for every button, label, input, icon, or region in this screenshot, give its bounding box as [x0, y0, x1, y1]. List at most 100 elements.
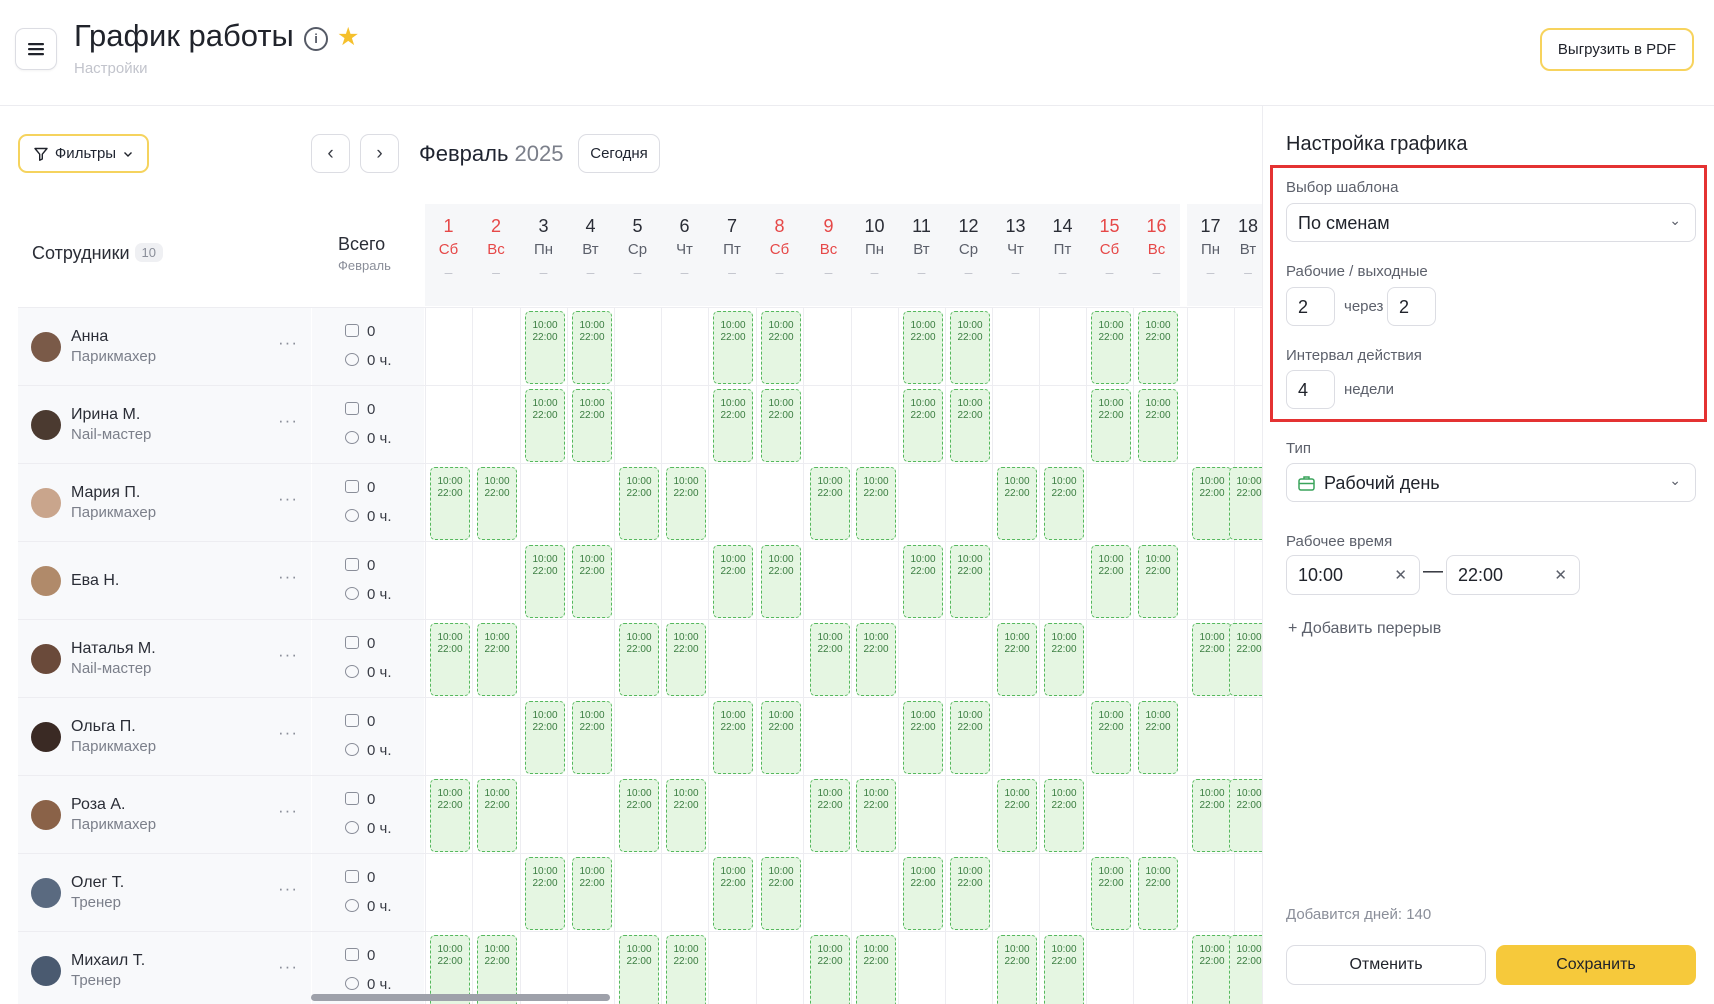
more-options-icon[interactable]: ··· [278, 957, 298, 977]
day-cell[interactable]: 10:00 22:00 [992, 620, 1039, 698]
day-cell[interactable]: 10:00 22:00 [472, 776, 520, 854]
day-cell[interactable]: 10:00 22:00 [1133, 698, 1180, 776]
shift-block[interactable]: 10:00 22:00 [950, 701, 990, 774]
avatar[interactable] [31, 956, 61, 986]
shift-block[interactable]: 10:00 22:00 [1192, 467, 1232, 540]
type-select[interactable]: Рабочий день ⌄ [1286, 463, 1696, 502]
shift-block[interactable]: 10:00 22:00 [761, 545, 801, 618]
day-cell[interactable] [1187, 542, 1234, 620]
shift-block[interactable]: 10:00 22:00 [430, 779, 470, 852]
day-cell[interactable]: 10:00 22:00 [898, 386, 945, 464]
day-cell[interactable] [992, 386, 1039, 464]
more-options-icon[interactable]: ··· [278, 489, 298, 509]
day-cell[interactable] [708, 776, 756, 854]
shift-block[interactable]: 10:00 22:00 [430, 467, 470, 540]
avatar[interactable] [31, 566, 61, 596]
day-cell[interactable]: 10:00 22:00 [898, 542, 945, 620]
day-cell[interactable] [472, 854, 520, 932]
day-cell[interactable] [520, 620, 567, 698]
time-to-input[interactable]: 22:00 ✕ [1446, 555, 1580, 595]
day-cell[interactable] [1039, 308, 1086, 386]
day-cell[interactable]: 10:00 22:00 [1039, 776, 1086, 854]
shift-block[interactable]: 10:00 22:00 [572, 857, 612, 930]
shift-block[interactable]: 10:00 22:00 [1192, 623, 1232, 696]
shift-block[interactable]: 10:00 22:00 [525, 545, 565, 618]
day-cell[interactable] [425, 308, 472, 386]
more-options-icon[interactable]: ··· [278, 411, 298, 431]
day-cell[interactable] [567, 620, 614, 698]
day-cell[interactable] [803, 854, 854, 932]
day-cell[interactable] [614, 308, 661, 386]
shift-block[interactable]: 10:00 22:00 [810, 623, 850, 696]
day-cell[interactable] [1039, 698, 1086, 776]
more-options-icon[interactable]: ··· [278, 879, 298, 899]
day-cell[interactable] [803, 698, 854, 776]
day-cell[interactable] [992, 854, 1039, 932]
avatar[interactable] [31, 800, 61, 830]
day-cell[interactable]: 10:00 22:00 [851, 776, 898, 854]
shift-block[interactable]: 10:00 22:00 [619, 935, 659, 1004]
day-cell[interactable] [1133, 464, 1180, 542]
day-cell[interactable] [992, 542, 1039, 620]
day-cell[interactable]: 10:00 22:00 [1133, 542, 1180, 620]
day-cell[interactable]: 10:00 22:00 [472, 464, 520, 542]
shift-block[interactable]: 10:00 22:00 [1044, 779, 1084, 852]
day-cell[interactable]: 10:00 22:00 [1229, 620, 1269, 698]
day-cell[interactable]: 10:00 22:00 [520, 386, 567, 464]
day-cell[interactable]: 10:00 22:00 [851, 464, 898, 542]
shift-block[interactable]: 10:00 22:00 [525, 701, 565, 774]
shift-block[interactable]: 10:00 22:00 [666, 935, 706, 1004]
day-cell[interactable]: 10:00 22:00 [803, 620, 854, 698]
favorite-star-icon[interactable]: ★ [337, 22, 359, 52]
day-cell[interactable]: 10:00 22:00 [851, 620, 898, 698]
day-cell[interactable]: 10:00 22:00 [614, 620, 661, 698]
shift-block[interactable]: 10:00 22:00 [477, 779, 517, 852]
shift-block[interactable]: 10:00 22:00 [477, 467, 517, 540]
day-cell[interactable]: 10:00 22:00 [520, 698, 567, 776]
day-cell[interactable] [945, 464, 992, 542]
day-cell[interactable]: 10:00 22:00 [898, 308, 945, 386]
day-cell[interactable] [1187, 386, 1234, 464]
day-cell[interactable] [1234, 386, 1262, 464]
shift-block[interactable]: 10:00 22:00 [997, 467, 1037, 540]
shift-block[interactable]: 10:00 22:00 [1091, 311, 1131, 384]
employee-name[interactable]: Наталья М. [71, 640, 156, 658]
shift-block[interactable]: 10:00 22:00 [950, 545, 990, 618]
day-cell[interactable] [661, 542, 708, 620]
shift-block[interactable]: 10:00 22:00 [856, 935, 896, 1004]
day-cell[interactable] [1086, 620, 1133, 698]
day-cell[interactable] [567, 776, 614, 854]
shift-block[interactable]: 10:00 22:00 [810, 779, 850, 852]
shift-block[interactable]: 10:00 22:00 [1138, 701, 1178, 774]
day-cell[interactable]: 10:00 22:00 [661, 776, 708, 854]
shift-block[interactable]: 10:00 22:00 [713, 389, 753, 462]
shift-block[interactable]: 10:00 22:00 [666, 623, 706, 696]
shift-block[interactable]: 10:00 22:00 [713, 701, 753, 774]
day-cell[interactable]: 10:00 22:00 [708, 854, 756, 932]
prev-month-button[interactable]: ‹ [311, 134, 350, 173]
shift-block[interactable]: 10:00 22:00 [1138, 545, 1178, 618]
day-cell[interactable] [756, 620, 803, 698]
day-cell[interactable]: 10:00 22:00 [1229, 932, 1269, 1004]
shift-block[interactable]: 10:00 22:00 [1091, 545, 1131, 618]
shift-block[interactable]: 10:00 22:00 [761, 389, 801, 462]
shift-block[interactable]: 10:00 22:00 [810, 935, 850, 1004]
day-cell[interactable] [803, 542, 854, 620]
day-cell[interactable]: 10:00 22:00 [708, 386, 756, 464]
employee-name[interactable]: Олег Т. [71, 874, 124, 892]
shift-block[interactable]: 10:00 22:00 [761, 701, 801, 774]
shift-block[interactable]: 10:00 22:00 [619, 623, 659, 696]
day-cell[interactable]: 10:00 22:00 [992, 932, 1039, 1004]
more-options-icon[interactable]: ··· [278, 723, 298, 743]
shift-block[interactable]: 10:00 22:00 [997, 779, 1037, 852]
day-cell[interactable] [708, 464, 756, 542]
employee-name[interactable]: Михаил Т. [71, 952, 145, 970]
day-cell[interactable] [898, 620, 945, 698]
day-cell[interactable]: 10:00 22:00 [1086, 854, 1133, 932]
today-button[interactable]: Сегодня [578, 134, 660, 173]
avatar[interactable] [31, 722, 61, 752]
shift-block[interactable]: 10:00 22:00 [1091, 389, 1131, 462]
day-cell[interactable] [708, 932, 756, 1004]
day-cell[interactable]: 10:00 22:00 [1229, 776, 1269, 854]
time-from-input[interactable]: 10:00 ✕ [1286, 555, 1420, 595]
